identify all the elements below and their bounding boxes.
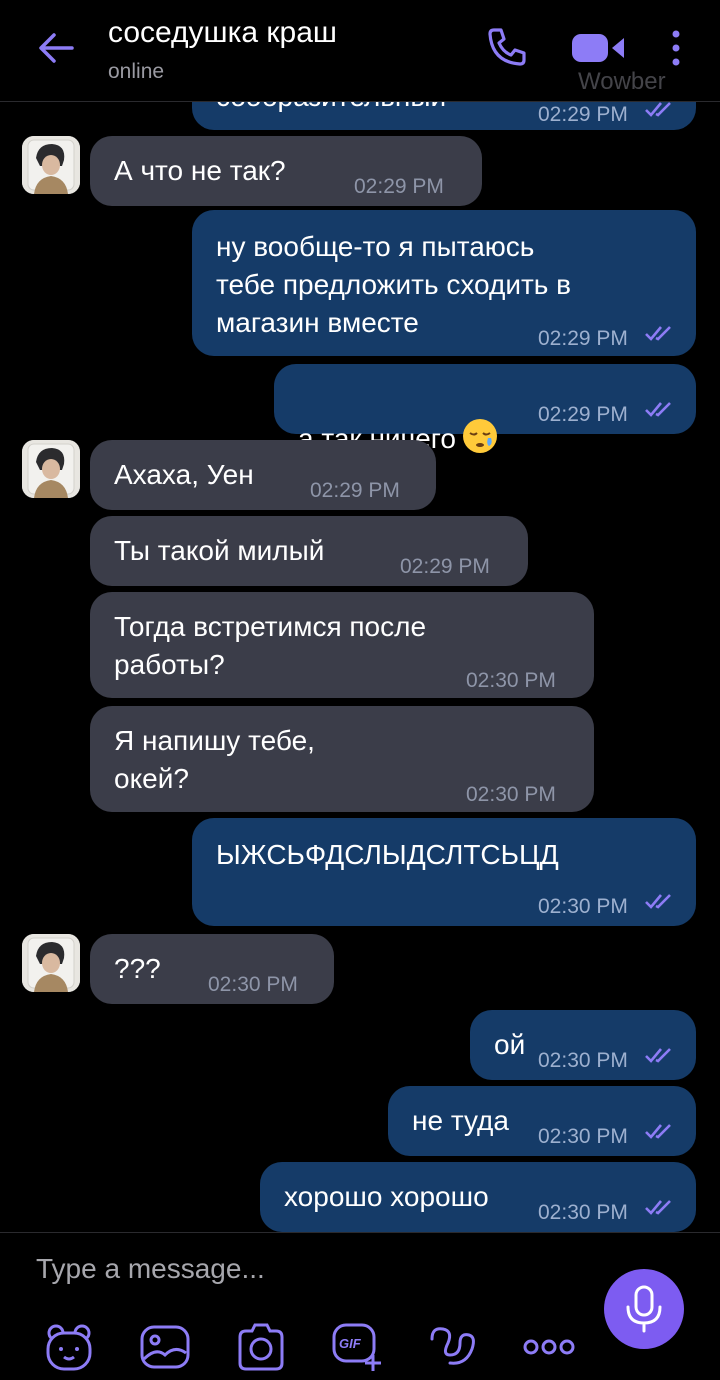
message-outgoing[interactable]: ой 02:30 PM xyxy=(470,1010,696,1080)
message-outgoing[interactable]: ну вообще-то я пытаюсь тебе предложить с… xyxy=(192,210,696,356)
message-text: хорошо хорошо xyxy=(284,1181,489,1212)
svg-text:GIF: GIF xyxy=(339,1336,362,1351)
contact-avatar[interactable] xyxy=(22,934,80,992)
message-outgoing[interactable]: ЫЖСЬФДСЛЫДСЛТСЬЦД 02:30 PM xyxy=(192,818,696,926)
chat-area[interactable]: сообразительный 02:29 PM А что не так? 0… xyxy=(0,0,720,1232)
message-outgoing[interactable]: а так ничего 02:29 PM xyxy=(274,364,696,454)
message-time: 02:29 PM xyxy=(400,555,490,578)
message-time: 02:30 PM xyxy=(466,783,556,806)
message-time: 02:29 PM xyxy=(354,175,444,198)
doodle-icon[interactable] xyxy=(426,1321,480,1373)
message-text: не туда xyxy=(412,1105,509,1136)
message-input[interactable]: Type a message... xyxy=(36,1253,265,1285)
message-composer: Type a message... GIF xyxy=(0,1232,720,1380)
message-incoming[interactable]: Ты такой милый 02:29 PM xyxy=(90,516,528,586)
message-time: 02:29 PM xyxy=(538,403,628,426)
message-text: Я напишу тебе, окей? xyxy=(114,725,315,794)
message-text: ??? xyxy=(114,953,161,984)
voice-message-button[interactable] xyxy=(604,1269,684,1349)
message-incoming[interactable]: ??? 02:30 PM xyxy=(90,934,334,1004)
message-text: ой xyxy=(494,1029,526,1060)
read-ticks-icon xyxy=(645,1048,671,1063)
back-arrow-icon[interactable] xyxy=(34,26,78,70)
watermark: Wowber xyxy=(578,68,666,95)
gif-icon[interactable]: GIF xyxy=(330,1321,384,1373)
message-incoming[interactable]: Ахаха, Уен 02:29 PM xyxy=(90,440,436,510)
camera-icon[interactable] xyxy=(234,1321,288,1373)
video-call-icon[interactable] xyxy=(570,30,628,66)
message-time: 02:29 PM xyxy=(310,479,400,502)
message-text: Ахаха, Уен xyxy=(114,459,254,490)
message-time: 02:30 PM xyxy=(538,1049,628,1072)
more-options-icon[interactable] xyxy=(664,28,688,68)
message-outgoing[interactable]: хорошо хорошо 02:30 PM xyxy=(260,1162,696,1232)
message-text: Тогда встретимся после работы? xyxy=(114,611,427,680)
contact-avatar[interactable] xyxy=(22,136,80,194)
read-ticks-icon xyxy=(645,894,671,909)
read-ticks-icon xyxy=(645,102,671,117)
message-text: ну вообще-то я пытаюсь тебе предложить с… xyxy=(216,231,572,338)
phone-call-icon[interactable] xyxy=(486,26,528,68)
microphone-icon xyxy=(626,1285,662,1333)
read-ticks-icon xyxy=(645,326,671,341)
message-incoming[interactable]: Я напишу тебе, окей? 02:30 PM xyxy=(90,706,594,812)
contact-name[interactable]: соседушка краш xyxy=(108,16,337,50)
image-icon[interactable] xyxy=(138,1321,192,1373)
message-outgoing[interactable]: не туда 02:30 PM xyxy=(388,1086,696,1156)
message-time: 02:30 PM xyxy=(538,1201,628,1224)
read-ticks-icon xyxy=(645,402,671,417)
message-text: Ты такой милый xyxy=(114,535,325,566)
message-time: 02:30 PM xyxy=(208,973,298,996)
read-ticks-icon xyxy=(645,1200,671,1215)
message-time: 02:29 PM xyxy=(538,327,628,350)
read-ticks-icon xyxy=(645,1124,671,1139)
message-time: 02:30 PM xyxy=(538,895,628,918)
message-text: ЫЖСЬФДСЛЫДСЛТСЬЦД xyxy=(216,839,559,870)
more-icon[interactable] xyxy=(522,1321,576,1373)
message-time: 02:30 PM xyxy=(466,669,556,692)
message-incoming[interactable]: А что не так? 02:29 PM xyxy=(90,136,482,206)
chat-header: соседушка краш online Wowber xyxy=(0,0,720,102)
contact-avatar[interactable] xyxy=(22,440,80,498)
message-time: 02:30 PM xyxy=(538,1125,628,1148)
message-text: А что не так? xyxy=(114,155,286,186)
message-incoming[interactable]: Тогда встретимся после работы? 02:30 PM xyxy=(90,592,594,698)
contact-status: online xyxy=(108,60,165,83)
sleepy-face-emoji xyxy=(462,419,497,453)
sticker-icon[interactable] xyxy=(42,1321,96,1373)
